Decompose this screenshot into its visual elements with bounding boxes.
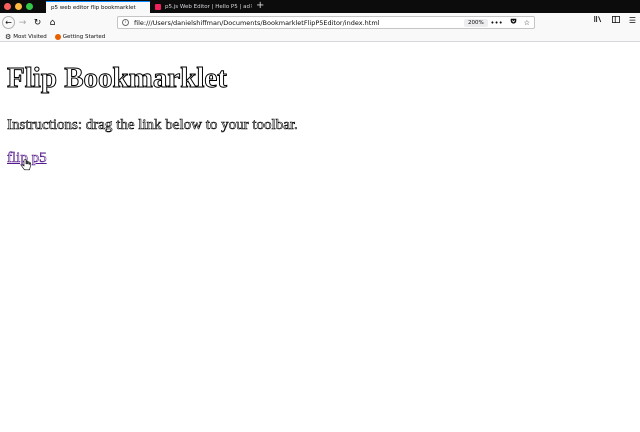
gear-icon: ⚙ (5, 32, 12, 41)
home-icon[interactable]: ⌂ (45, 15, 60, 30)
new-tab-button[interactable]: + (252, 0, 264, 13)
bookmark-most-visited[interactable]: ⚙ Most Visited (5, 33, 47, 41)
pocket-icon[interactable] (510, 18, 517, 27)
library-icon[interactable] (594, 15, 603, 25)
minimize-window-button[interactable] (15, 3, 22, 10)
tab-strip: p5 web editor flip bookmarklet p5.js Web… (0, 0, 640, 13)
navigation-toolbar: ← → ↻ ⌂ i file:///Users/danielshiffman/D… (0, 13, 640, 32)
back-arrow-icon[interactable]: ← (2, 16, 15, 29)
p5-favicon-icon (155, 3, 161, 10)
bookmarks-toolbar: ⚙ Most Visited Getting Started (0, 32, 640, 42)
url-bar[interactable]: i file:///Users/danielshiffman/Documents… (117, 16, 535, 29)
tab-label: p5.js Web Editor | Hello P5 | ad (165, 3, 250, 10)
page-actions-icon[interactable]: ••• (490, 19, 502, 27)
bookmark-getting-started[interactable]: Getting Started (54, 33, 106, 40)
hand-cursor-icon (21, 159, 31, 171)
instructions-text: Instructions: drag the link below to you… (7, 117, 298, 134)
right-toolbar: ☰ (594, 15, 636, 25)
tab-p5-web-editor[interactable]: p5.js Web Editor | Hello P5 | ad ✕ (150, 0, 252, 13)
hamburger-menu-icon[interactable]: ☰ (629, 16, 636, 25)
sidebar-icon[interactable] (611, 15, 620, 25)
tab-label: p5 web editor flip bookmarklet (51, 4, 136, 11)
info-icon[interactable]: i (122, 19, 129, 26)
url-text[interactable]: file:///Users/danielshiffman/Documents/B… (134, 19, 379, 27)
bookmark-label: Getting Started (62, 33, 106, 40)
close-window-button[interactable] (4, 3, 11, 10)
bookmark-star-icon[interactable]: ☆ (524, 19, 530, 27)
bookmark-label: Most Visited (13, 33, 47, 40)
reload-icon[interactable]: ↻ (30, 15, 45, 30)
forward-arrow-icon[interactable]: → (15, 15, 30, 30)
page-content: Flip Bookmarklet Instructions: drag the … (0, 43, 640, 432)
tab-flip-bookmarklet[interactable]: p5 web editor flip bookmarklet (46, 1, 150, 13)
firefox-icon (54, 33, 61, 40)
zoom-window-button[interactable] (26, 3, 33, 10)
page-title: Flip Bookmarklet (7, 62, 228, 95)
url-actions: ••• ☆ (490, 17, 530, 28)
zoom-level-badge[interactable]: 200% (464, 19, 488, 27)
window-controls (0, 0, 46, 13)
